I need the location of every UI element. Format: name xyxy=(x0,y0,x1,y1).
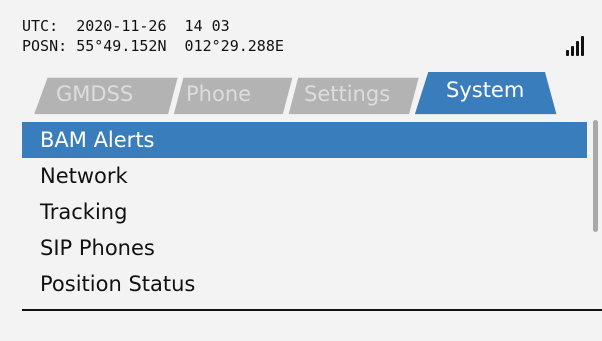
signal-strength-icon xyxy=(566,36,586,56)
posn-value: 55°49.152N 012°29.288E xyxy=(76,37,284,55)
footer-area xyxy=(0,311,602,341)
status-header: UTC: 2020-11-26 14 03 POSN: 55°49.152N 0… xyxy=(22,16,284,56)
menu-item-position-status[interactable]: Position Status xyxy=(22,266,587,302)
utc-value: 2020-11-26 14 03 xyxy=(76,17,230,35)
tab-shape-settings[interactable] xyxy=(288,77,419,115)
tab-shapes xyxy=(34,72,557,115)
tab-bar: GMDSS Phone Settings System xyxy=(0,72,602,118)
utc-label: UTC: xyxy=(22,17,59,35)
menu-scrollbar[interactable] xyxy=(593,120,598,232)
tab-shape-phone[interactable] xyxy=(173,77,293,115)
position-row: POSN: 55°49.152N 012°29.288E xyxy=(22,36,284,56)
terminal-screen: UTC: 2020-11-26 14 03 POSN: 55°49.152N 0… xyxy=(0,0,602,341)
tab-shape-gmdss[interactable] xyxy=(34,77,178,115)
utc-row: UTC: 2020-11-26 14 03 xyxy=(22,16,284,36)
tab-shape-system[interactable] xyxy=(414,72,557,115)
menu-item-tracking[interactable]: Tracking xyxy=(22,194,587,230)
system-menu: BAM Alerts Network Tracking SIP Phones P… xyxy=(22,118,592,308)
menu-item-network[interactable]: Network xyxy=(22,158,587,194)
menu-item-bam-alerts[interactable]: BAM Alerts xyxy=(22,122,587,158)
posn-label: POSN: xyxy=(22,37,68,55)
menu-item-sip-phones[interactable]: SIP Phones xyxy=(22,230,587,266)
